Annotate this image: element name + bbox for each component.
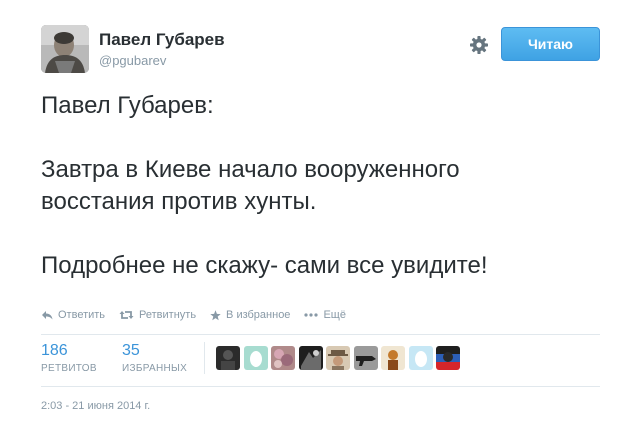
- more-button[interactable]: Ещё: [304, 309, 346, 321]
- tweet-text-line: восстания против хунты.: [41, 188, 317, 215]
- tweet-timestamp[interactable]: 2:03 - 21 июня 2014 г.: [41, 400, 150, 412]
- favorite-label: В избранное: [226, 309, 291, 321]
- tweet-card: Павел Губарев @pgubarev Читаю Павел Губа…: [0, 0, 640, 447]
- favoriter-avatar[interactable]: [216, 346, 240, 370]
- reply-button[interactable]: Ответить: [41, 309, 105, 321]
- star-icon: [210, 309, 221, 321]
- favorite-count-label: ИЗБРАННЫХ: [122, 363, 188, 374]
- favorite-button[interactable]: В избранное: [210, 309, 290, 321]
- tweet-text: Павел Губарев: Завтра в Киеве начало воо…: [41, 90, 601, 282]
- gear-icon[interactable]: [468, 34, 490, 56]
- more-dots-icon: [304, 313, 319, 317]
- favoriter-avatar[interactable]: [298, 346, 323, 370]
- tweet-actions: Ответить Ретвитнуть В избранное Ещё: [41, 307, 360, 323]
- retweet-count-label: РЕТВИТОВ: [41, 363, 97, 374]
- divider: [41, 386, 600, 387]
- favoriter-avatars: [216, 346, 464, 370]
- tweet-text-line: Павел Губарев:: [41, 92, 214, 119]
- retweet-button[interactable]: Ретвитнуть: [119, 309, 196, 321]
- favoriter-avatar[interactable]: [381, 346, 405, 370]
- favoriter-avatar[interactable]: [271, 346, 295, 370]
- reply-icon: [41, 310, 53, 320]
- more-label: Ещё: [323, 309, 346, 321]
- retweet-icon: [119, 310, 134, 320]
- stats-separator: [204, 342, 205, 374]
- retweet-label: Ретвитнуть: [139, 309, 197, 321]
- user-full-name[interactable]: Павел Губарев: [99, 30, 225, 50]
- tweet-text-line: Завтра в Киеве начало вооруженного: [41, 156, 460, 183]
- reply-label: Ответить: [58, 309, 106, 321]
- favoriter-avatar[interactable]: [436, 346, 460, 370]
- user-avatar[interactable]: [41, 25, 89, 73]
- favoriter-avatar[interactable]: [243, 346, 268, 370]
- retweet-count: 186: [41, 342, 68, 359]
- favorite-count: 35: [122, 342, 140, 359]
- favoriter-avatar[interactable]: [408, 346, 433, 370]
- retweet-stat[interactable]: 186 РЕТВИТОВ: [41, 342, 97, 376]
- follow-button[interactable]: Читаю: [501, 27, 600, 61]
- tweet-text-line: Подробнее не скажу- сами все увидите!: [41, 252, 488, 279]
- divider: [41, 334, 600, 335]
- favoriter-avatar[interactable]: [353, 346, 378, 370]
- favorite-stat[interactable]: 35 ИЗБРАННЫХ: [122, 342, 187, 376]
- user-handle[interactable]: @pgubarev: [99, 53, 166, 69]
- favoriter-avatar[interactable]: [326, 346, 350, 370]
